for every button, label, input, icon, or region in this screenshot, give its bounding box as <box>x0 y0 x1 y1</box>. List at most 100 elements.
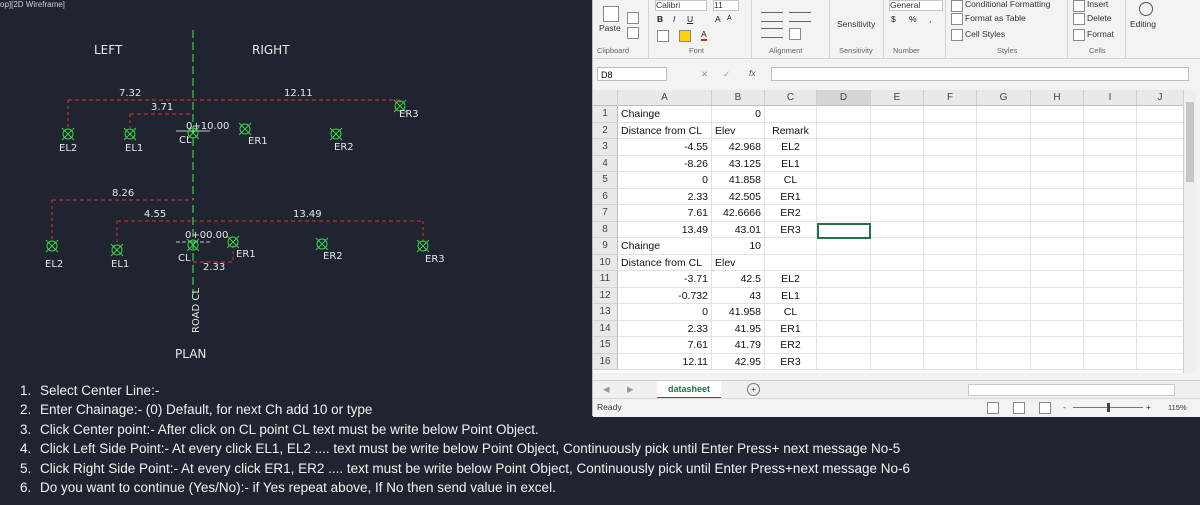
empty-cell[interactable] <box>817 122 871 139</box>
empty-cell[interactable] <box>871 139 924 156</box>
empty-cell[interactable] <box>924 205 977 222</box>
empty-cell[interactable] <box>871 106 924 123</box>
empty-cell[interactable] <box>924 155 977 172</box>
empty-cell[interactable] <box>1031 238 1084 255</box>
empty-cell[interactable] <box>817 155 871 172</box>
empty-cell[interactable] <box>977 139 1031 156</box>
empty-cell[interactable] <box>924 271 977 288</box>
select-all-corner[interactable] <box>593 90 618 106</box>
empty-cell[interactable] <box>1031 139 1084 156</box>
cell-b[interactable]: 42.95 <box>712 353 765 370</box>
empty-cell[interactable] <box>1137 139 1184 156</box>
zoom-in-button[interactable]: + <box>1146 403 1151 412</box>
cell-c[interactable]: EL2 <box>765 271 817 288</box>
cell-b[interactable]: 42.505 <box>712 188 765 205</box>
row-header[interactable]: 13 <box>593 304 618 321</box>
empty-cell[interactable] <box>977 337 1031 354</box>
empty-cell[interactable] <box>871 287 924 304</box>
row-header[interactable]: 15 <box>593 337 618 354</box>
delete-button[interactable]: Delete <box>1087 14 1112 23</box>
empty-cell[interactable] <box>1137 271 1184 288</box>
underline-button[interactable]: U <box>687 14 693 24</box>
empty-cell[interactable] <box>1084 221 1137 238</box>
empty-cell[interactable] <box>1137 254 1184 271</box>
cell-c[interactable] <box>765 106 817 123</box>
font-size-select[interactable]: 11 <box>713 0 739 11</box>
empty-cell[interactable] <box>924 221 977 238</box>
empty-cell[interactable] <box>977 106 1031 123</box>
empty-cell[interactable] <box>817 254 871 271</box>
row-header[interactable]: 9 <box>593 238 618 255</box>
cell-a[interactable]: Chainge <box>618 238 712 255</box>
cell-a[interactable]: 7.61 <box>618 205 712 222</box>
empty-cell[interactable] <box>1137 221 1184 238</box>
cell-a[interactable]: 12.11 <box>618 353 712 370</box>
empty-cell[interactable] <box>1137 304 1184 321</box>
empty-cell[interactable] <box>871 188 924 205</box>
empty-cell[interactable] <box>1137 106 1184 123</box>
cell-c[interactable] <box>765 254 817 271</box>
cell-b[interactable]: 43.01 <box>712 221 765 238</box>
prev-sheet-icon[interactable]: ◀ <box>603 385 610 394</box>
empty-cell[interactable] <box>1031 106 1084 123</box>
empty-cell[interactable] <box>1084 337 1137 354</box>
vertical-scrollbar[interactable] <box>1183 90 1196 373</box>
format-as-table-button[interactable]: Format as Table <box>965 14 1026 23</box>
name-box[interactable]: D8 <box>597 67 667 81</box>
row-header[interactable]: 1 <box>593 106 618 123</box>
next-sheet-icon[interactable]: ▶ <box>627 385 634 394</box>
empty-cell[interactable] <box>871 337 924 354</box>
empty-cell[interactable] <box>1031 320 1084 337</box>
cell-b[interactable]: Elev <box>712 254 765 271</box>
cell-b[interactable]: 41.95 <box>712 320 765 337</box>
cell-c[interactable]: ER3 <box>765 353 817 370</box>
empty-cell[interactable] <box>871 254 924 271</box>
spreadsheet-grid[interactable]: A B C D E F G H I J 1 Chainge 0 2 Distance f… <box>593 90 1184 373</box>
paste-button[interactable]: Paste <box>599 24 621 33</box>
empty-cell[interactable] <box>1031 205 1084 222</box>
empty-cell[interactable] <box>1031 188 1084 205</box>
empty-cell[interactable] <box>977 122 1031 139</box>
enter-icon[interactable]: ✓ <box>723 70 730 79</box>
empty-cell[interactable] <box>1031 122 1084 139</box>
empty-cell[interactable] <box>817 106 871 123</box>
align-icon[interactable] <box>761 12 783 22</box>
empty-cell[interactable] <box>924 304 977 321</box>
empty-cell[interactable] <box>1031 155 1084 172</box>
page-layout-icon[interactable] <box>1013 402 1025 414</box>
cell-c[interactable]: EL1 <box>765 155 817 172</box>
cad-viewport[interactable]: op][2D Wireframe] LEFT RIGHT 7.32 3.71 1… <box>0 0 592 380</box>
conditional-formatting-button[interactable]: Conditional Formatting <box>965 0 1051 9</box>
empty-cell[interactable] <box>977 320 1031 337</box>
empty-cell[interactable] <box>871 155 924 172</box>
cell-b[interactable]: 42.968 <box>712 139 765 156</box>
empty-cell[interactable] <box>924 337 977 354</box>
row-header[interactable]: 6 <box>593 188 618 205</box>
empty-cell[interactable] <box>817 353 871 370</box>
empty-cell[interactable] <box>924 320 977 337</box>
cell-a[interactable]: Chainge <box>618 106 712 123</box>
cell-a[interactable]: -8.26 <box>618 155 712 172</box>
shrink-font-button[interactable]: A <box>727 15 732 22</box>
empty-cell[interactable] <box>924 106 977 123</box>
empty-cell[interactable] <box>817 238 871 255</box>
cell-b[interactable]: 42.6666 <box>712 205 765 222</box>
column-header[interactable]: G <box>977 90 1031 106</box>
cell-a[interactable]: -4.55 <box>618 139 712 156</box>
column-header[interactable]: I <box>1084 90 1137 106</box>
empty-cell[interactable] <box>1031 254 1084 271</box>
empty-cell[interactable] <box>1031 221 1084 238</box>
row-header[interactable]: 10 <box>593 254 618 271</box>
sensitivity-button[interactable]: Sensitivity <box>837 20 875 29</box>
empty-cell[interactable] <box>1137 287 1184 304</box>
empty-cell[interactable] <box>871 320 924 337</box>
empty-cell[interactable] <box>977 205 1031 222</box>
cancel-icon[interactable]: ✕ <box>701 70 708 79</box>
row-header[interactable]: 7 <box>593 205 618 222</box>
cell-c[interactable]: ER2 <box>765 337 817 354</box>
empty-cell[interactable] <box>1137 353 1184 370</box>
cell-c[interactable]: ER3 <box>765 221 817 238</box>
empty-cell[interactable] <box>1137 122 1184 139</box>
row-header[interactable]: 12 <box>593 287 618 304</box>
fill-color-icon[interactable] <box>679 30 691 42</box>
